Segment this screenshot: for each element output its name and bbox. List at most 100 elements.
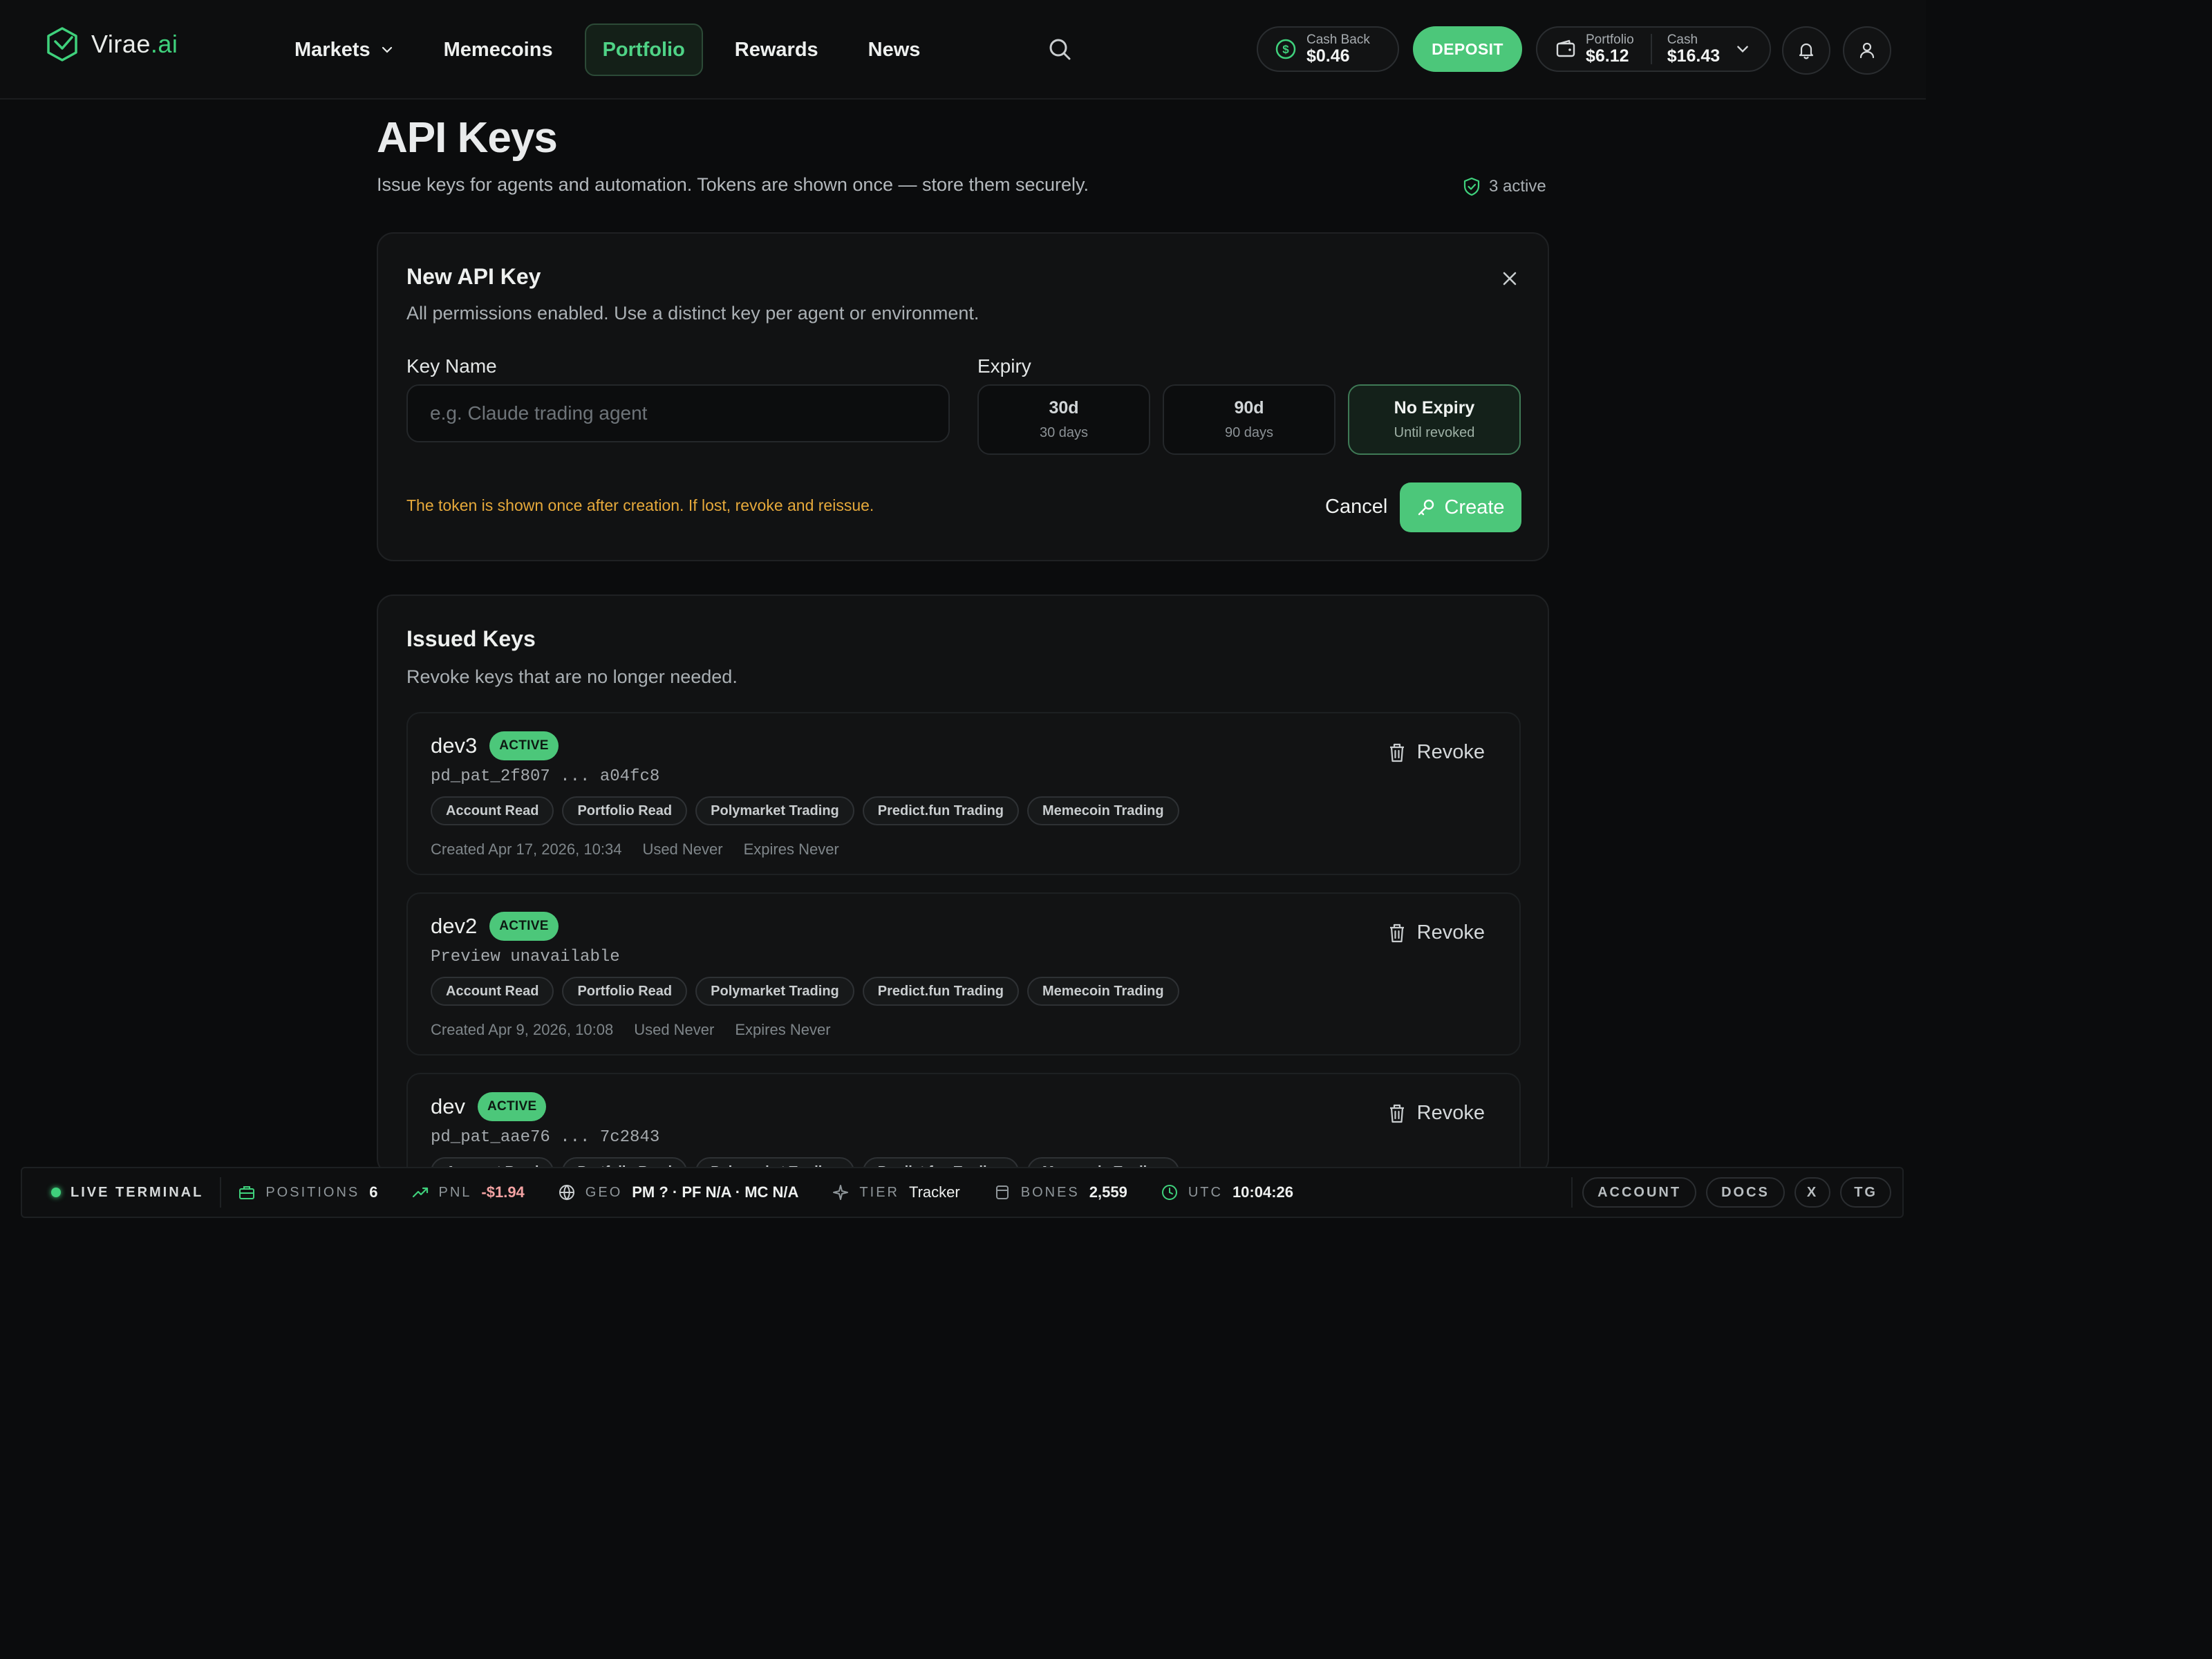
telegram-link[interactable]: TG bbox=[1840, 1177, 1891, 1208]
nav-rewards-label: Rewards bbox=[734, 38, 818, 61]
brand-name: Virae.ai bbox=[91, 30, 178, 58]
wallet-divider bbox=[1650, 34, 1652, 64]
revoke-button[interactable]: Revoke bbox=[1388, 741, 1485, 764]
notifications-button[interactable] bbox=[1782, 26, 1830, 75]
cancel-button[interactable]: Cancel bbox=[1309, 482, 1404, 531]
nav-markets-label: Markets bbox=[294, 38, 371, 61]
briefcase-icon bbox=[239, 1186, 255, 1199]
x-link[interactable]: X bbox=[1794, 1177, 1831, 1208]
permission-chip: Polymarket Trading bbox=[695, 796, 854, 825]
pnl-value: -$1.94 bbox=[481, 1183, 525, 1201]
revoke-label: Revoke bbox=[1416, 741, 1485, 763]
brand-logo[interactable]: Virae.ai bbox=[46, 26, 178, 62]
permissions-list: Account Read Portfolio ReadPolymarket Tra… bbox=[431, 977, 1179, 1006]
status-badge: ACTIVE bbox=[489, 731, 559, 760]
top-navigation-bar: Virae.ai Markets Memecoins Portfolio Rew… bbox=[0, 0, 1926, 100]
create-label: Create bbox=[1444, 496, 1505, 518]
portfolio-value: $6.12 bbox=[1586, 46, 1629, 66]
status-separator bbox=[1571, 1177, 1573, 1208]
search-icon[interactable] bbox=[1047, 36, 1074, 64]
bones-stat[interactable]: BONES 2,559 bbox=[993, 1183, 1127, 1201]
live-terminal-label: LIVE TERMINAL bbox=[71, 1184, 204, 1200]
docs-link[interactable]: DOCS bbox=[1706, 1177, 1785, 1208]
create-key-button[interactable]: Create bbox=[1400, 482, 1521, 532]
wallet-balance-dropdown[interactable]: Portfolio $6.12 Cash $16.43 bbox=[1536, 26, 1771, 72]
key-name: dev bbox=[431, 1094, 465, 1118]
status-separator bbox=[220, 1177, 222, 1208]
revoke-label: Revoke bbox=[1416, 921, 1485, 944]
permission-chip: Predict.fun Trading bbox=[862, 796, 1020, 825]
clock-icon bbox=[1161, 1185, 1177, 1200]
utc-clock: UTC 10:04:26 bbox=[1161, 1183, 1293, 1201]
user-icon bbox=[1859, 42, 1875, 59]
pnl-stat[interactable]: PNL -$1.94 bbox=[411, 1183, 525, 1201]
revoke-button[interactable]: Revoke bbox=[1388, 921, 1485, 944]
geo-value: PM ? · PF N/A · MC N/A bbox=[632, 1183, 799, 1201]
permission-chip: Predict.fun Trading bbox=[862, 977, 1020, 1006]
nav-news[interactable]: News bbox=[850, 24, 939, 76]
geo-label: GEO bbox=[585, 1184, 623, 1200]
shield-check-icon bbox=[1463, 177, 1480, 196]
profile-button[interactable] bbox=[1843, 26, 1891, 75]
pnl-label: PNL bbox=[438, 1184, 472, 1200]
status-bar: LIVE TERMINAL POSITIONS 6 PNL -$1.94 GEO… bbox=[21, 1167, 1904, 1218]
portfolio-label: Portfolio bbox=[1586, 32, 1634, 47]
new-key-subtitle: All permissions enabled. Use a distinct … bbox=[406, 303, 980, 324]
chevron-down-icon bbox=[382, 46, 392, 53]
nav-news-label: News bbox=[868, 38, 921, 61]
permissions-list: Account Read Portfolio ReadPolymarket Tra… bbox=[431, 796, 1179, 825]
live-terminal-indicator: LIVE TERMINAL bbox=[51, 1185, 203, 1201]
bell-icon bbox=[1799, 43, 1814, 59]
trending-up-icon bbox=[412, 1187, 428, 1198]
nav-markets[interactable]: Markets bbox=[276, 24, 412, 76]
close-icon[interactable] bbox=[1499, 268, 1520, 289]
token-warning: The token is shown once after creation. … bbox=[406, 496, 874, 514]
bones-label: BONES bbox=[1020, 1184, 1080, 1200]
dollar-coin-icon: $ bbox=[1275, 39, 1296, 59]
key-name-row: dev3 ACTIVE bbox=[431, 731, 559, 760]
expiry-option-label: 90d bbox=[1234, 398, 1264, 418]
globe-icon bbox=[559, 1185, 574, 1201]
positions-label: POSITIONS bbox=[265, 1184, 360, 1200]
expiry-option-90d[interactable]: 90d 90 days bbox=[1163, 384, 1335, 455]
expires-at: Expires Never bbox=[743, 841, 839, 858]
cash-label: Cash bbox=[1667, 32, 1698, 47]
wallet-icon bbox=[1556, 39, 1575, 57]
status-badge: ACTIVE bbox=[489, 912, 559, 941]
nav-portfolio[interactable]: Portfolio bbox=[584, 24, 703, 76]
token-preview: Preview unavailable bbox=[431, 948, 620, 966]
expiry-option-30d[interactable]: 30d 30 days bbox=[977, 384, 1150, 455]
positions-stat[interactable]: POSITIONS 6 bbox=[238, 1183, 378, 1201]
tier-stat[interactable]: TIER Tracker bbox=[832, 1183, 960, 1201]
nav-memecoins[interactable]: Memecoins bbox=[426, 24, 571, 76]
expiry-option-no-expiry[interactable]: No Expiry Until revoked bbox=[1348, 384, 1521, 455]
live-dot bbox=[51, 1188, 61, 1197]
hex-check-logo-icon bbox=[47, 27, 77, 62]
issued-keys-subtitle: Revoke keys that are no longer needed. bbox=[406, 666, 738, 687]
nav-rewards[interactable]: Rewards bbox=[717, 24, 836, 76]
page-title: API Keys bbox=[377, 114, 558, 162]
expiry-option-label: No Expiry bbox=[1394, 398, 1475, 418]
expiry-option-sublabel: 30 days bbox=[1039, 425, 1089, 440]
api-key-row: dev ACTIVE pd_pat_aae76 ... 7c2843 Accou… bbox=[406, 1073, 1521, 1174]
key-name-label: Key Name bbox=[406, 355, 497, 377]
last-used: Used Never bbox=[642, 841, 723, 858]
key-name-input[interactable] bbox=[406, 384, 950, 442]
revoke-button[interactable]: Revoke bbox=[1388, 1102, 1485, 1125]
permission-chip: Account Read bbox=[431, 796, 554, 825]
new-key-title: New API Key bbox=[406, 264, 541, 289]
positions-value: 6 bbox=[369, 1183, 378, 1201]
trash-icon bbox=[1389, 743, 1404, 762]
cashback-pill[interactable]: $ Cash Back $0.46 bbox=[1257, 26, 1399, 72]
nav-portfolio-label: Portfolio bbox=[602, 38, 685, 61]
tier-value: Tracker bbox=[908, 1183, 960, 1201]
nav-memecoins-label: Memecoins bbox=[443, 38, 553, 61]
permission-chip: Account Read bbox=[431, 977, 554, 1006]
geo-stat[interactable]: GEO PM ? · PF N/A · MC N/A bbox=[558, 1183, 799, 1201]
api-key-row: dev3 ACTIVE pd_pat_2f807 ... a04fc8 Acco… bbox=[406, 712, 1521, 875]
issued-keys-card: Issued Keys Revoke keys that are no long… bbox=[377, 594, 1549, 1175]
utc-value: 10:04:26 bbox=[1232, 1183, 1294, 1201]
deposit-button[interactable]: DEPOSIT bbox=[1413, 26, 1522, 72]
key-name-row: dev ACTIVE bbox=[431, 1092, 547, 1121]
account-link[interactable]: ACCOUNT bbox=[1582, 1177, 1697, 1208]
